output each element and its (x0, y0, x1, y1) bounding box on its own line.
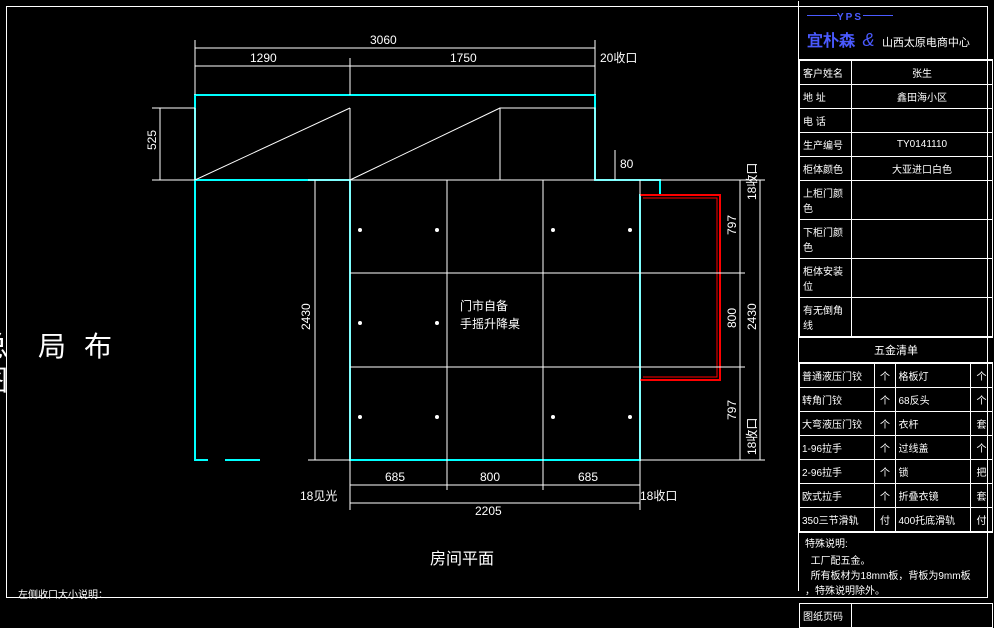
hw-item: 格板灯 (896, 364, 971, 388)
brand-amp: & (862, 30, 874, 50)
hw-item: 衣杆 (896, 412, 971, 436)
hw-item: 折叠衣镜 (896, 484, 971, 508)
svg-text:797: 797 (725, 215, 739, 235)
svg-text:80: 80 (620, 157, 634, 171)
svg-text:685: 685 (385, 470, 405, 484)
bottom-note: 左侧收口大小说明： (18, 586, 108, 601)
brand-sub: 山西太原电商中心 (882, 34, 970, 50)
svg-text:1290: 1290 (250, 51, 277, 65)
hw-item: 大弯液压门铰 (800, 412, 875, 436)
hw-item: 过线盖 (896, 436, 971, 460)
svg-text:2430: 2430 (745, 303, 759, 330)
brand-main: 宜朴森 (807, 27, 855, 51)
svg-text:797: 797 (725, 400, 739, 420)
info-table: 客户姓名张生 地 址鑫田海小区 电 话 生产编号TY0141110 柜体颜色大亚… (799, 60, 993, 337)
svg-text:800: 800 (480, 470, 500, 484)
hardware-table: 普通液压门铰个格板灯个转角门铰个68反头个大弯液压门铰个衣杆套1-96拉手个过线… (799, 363, 993, 532)
svg-text:18收口: 18收口 (745, 163, 759, 200)
svg-text:门市自备: 门市自备 (460, 298, 508, 313)
special-note: 特殊说明: 工厂配五金。 所有板材为18mm板，背板为9mm板 ，特殊说明除外。 (799, 532, 993, 603)
hw-item: 350三节滑轨 (800, 508, 875, 532)
hw-item: 68反头 (896, 388, 971, 412)
svg-text:20收口: 20收口 (600, 51, 637, 65)
title-block: YPS 宜朴森 & 山西太原电商中心 客户姓名张生 地 址鑫田海小区 电 话 生… (798, 1, 993, 591)
footer-table: 图纸页码 (799, 603, 993, 628)
svg-text:18收口: 18收口 (640, 489, 677, 503)
svg-text:3060: 3060 (370, 33, 397, 47)
hw-item: 普通液压门铰 (800, 364, 875, 388)
svg-text:手摇升降桌: 手摇升降桌 (460, 317, 520, 331)
brand-yps: YPS (837, 12, 863, 23)
drawing-canvas: 3060 1290 1750 20收口 525 80 2430 797 800 … (0, 0, 790, 600)
hw-item: 欧式拉手 (800, 484, 875, 508)
hardware-title: 五金清单 (799, 337, 993, 363)
svg-text:1750: 1750 (450, 51, 477, 65)
hw-item: 锁 (896, 460, 971, 484)
hw-item: 转角门铰 (800, 388, 875, 412)
svg-text:685: 685 (578, 470, 598, 484)
drawing-footer-label: 房间平面 (430, 545, 494, 569)
hw-item: 400托底滑轨 (896, 508, 971, 532)
brand-header: YPS 宜朴森 & 山西太原电商中心 (799, 1, 993, 60)
svg-text:2430: 2430 (299, 303, 313, 330)
hw-item: 1-96拉手 (800, 436, 875, 460)
svg-text:2205: 2205 (475, 504, 502, 518)
hw-item: 2-96拉手 (800, 460, 875, 484)
svg-text:800: 800 (725, 308, 739, 328)
svg-text:18收口: 18收口 (745, 418, 759, 455)
svg-text:525: 525 (145, 130, 159, 150)
svg-text:18见光: 18见光 (300, 489, 337, 503)
